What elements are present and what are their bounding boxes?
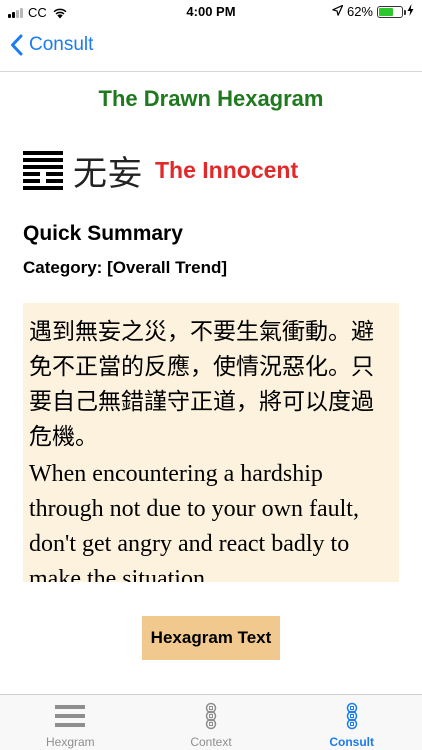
hexagram-line-4: [23, 172, 63, 177]
battery-icon: [377, 5, 406, 18]
category-label: Category: [Overall Trend]: [23, 258, 228, 277]
tab-bar: Hexgram Context Consult: [0, 694, 422, 750]
hexagram-line-5: [23, 179, 63, 184]
navigation-bar: Consult: [0, 24, 422, 72]
summary-heading: Quick Summary: [23, 222, 183, 245]
tab-context-label: Context: [190, 735, 232, 749]
coins-icon: [343, 702, 361, 730]
tab-hexgram[interactable]: Hexgram: [0, 695, 141, 750]
tab-hexgram-label: Hexgram: [45, 735, 95, 749]
charging-bolt-icon: [407, 4, 414, 19]
hexagram-line-6: [23, 186, 63, 191]
back-button[interactable]: Consult: [10, 34, 93, 56]
status-right: 62%: [332, 4, 414, 19]
hexagram-line-2: [23, 157, 63, 162]
hexagram-line-3: [23, 164, 63, 169]
hexagram-line-1: [23, 150, 63, 155]
summary-text-box[interactable]: 遇到無妄之災，不要生氣衝動。避免不正當的反應，使情況惡化。只要自己無錯謹守正道，…: [23, 303, 399, 582]
hexagram-chinese-name: 无妄: [73, 154, 143, 194]
hexagram-english-name: The Innocent: [155, 157, 299, 183]
hexagram-lines-icon: [55, 702, 86, 730]
status-bar: CC 4:00 PM 62%: [0, 0, 422, 24]
summary-chinese-text: 遇到無妄之災，不要生氣衝動。避免不正當的反應，使情況惡化。只要自己無錯謹守正道，…: [29, 319, 374, 450]
tab-context[interactable]: Context: [141, 695, 282, 750]
coins-icon: [202, 702, 220, 730]
page-title: The Drawn Hexagram: [98, 86, 324, 111]
hexagram-header: 无妄 The Innocent: [23, 146, 298, 195]
back-button-label: Consult: [29, 34, 94, 55]
tab-consult-label: Consult: [329, 735, 375, 749]
tab-consult[interactable]: Consult: [281, 695, 422, 750]
hexagram-text-button[interactable]: Hexagram Text: [142, 616, 280, 660]
chevron-left-icon: [10, 34, 23, 56]
battery-percent: 62%: [346, 4, 373, 19]
location-arrow-icon: [332, 4, 344, 19]
hexagram-symbol-icon: [23, 150, 63, 191]
summary-english-text: When encountering a hardship through not…: [29, 461, 359, 582]
